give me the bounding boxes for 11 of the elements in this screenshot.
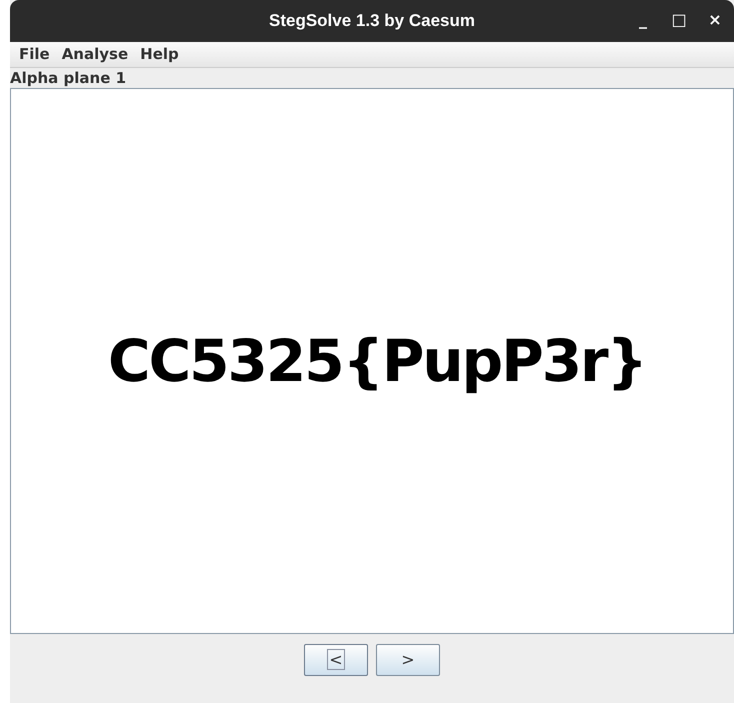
- image-text: CC5325{PupP3r}: [108, 326, 646, 396]
- next-button[interactable]: >: [376, 644, 440, 676]
- plane-label: Alpha plane 1: [10, 68, 128, 88]
- menu-item[interactable]: Help: [135, 43, 184, 66]
- menu-item[interactable]: File: [14, 43, 55, 66]
- minimize-button[interactable]: _: [628, 8, 658, 32]
- menu-item[interactable]: Analyse: [56, 43, 134, 66]
- window-title: StegSolve 1.3 by Caesum: [269, 10, 475, 32]
- close-button[interactable]: ×: [700, 8, 730, 32]
- maximize-button[interactable]: □: [664, 8, 694, 32]
- previous-button[interactable]: <: [304, 644, 368, 676]
